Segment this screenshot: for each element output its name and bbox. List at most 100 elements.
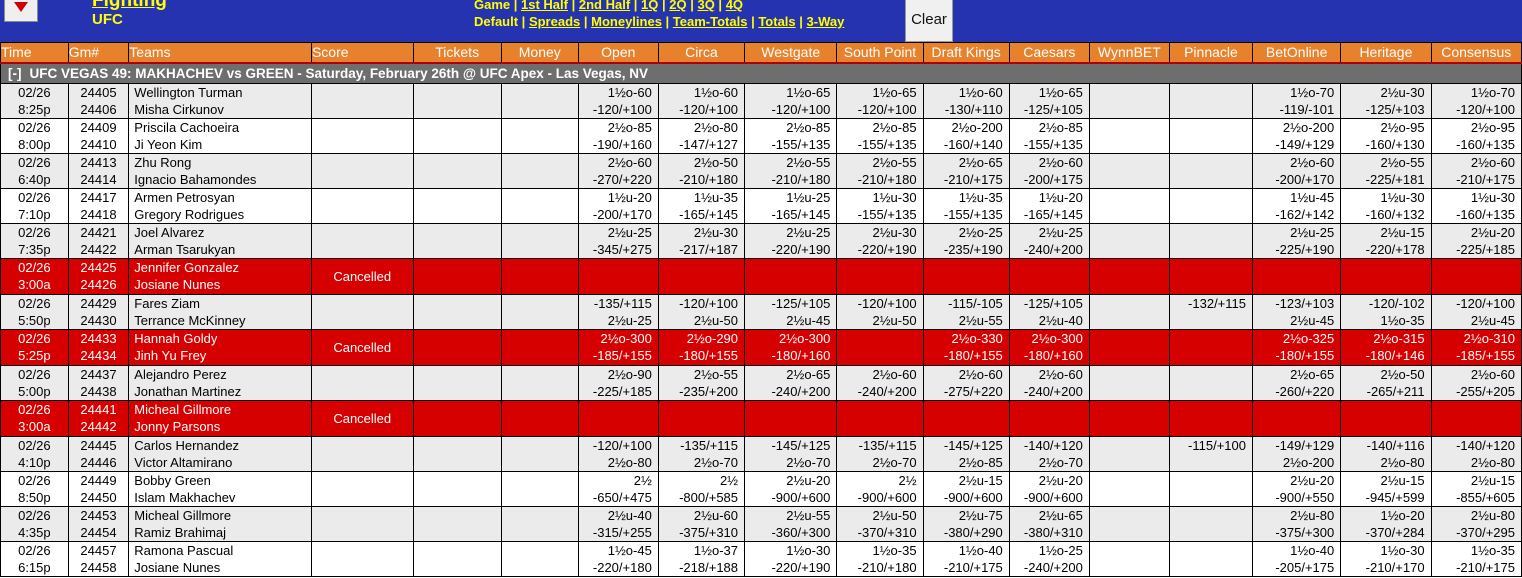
odds-cell-caesars[interactable]: 2½u-20 -900/+600 [1008,471,1090,507]
teams-cell[interactable]: Zhu Rong Ignacio Bahamondes [128,153,312,189]
odds-cell-westgate[interactable]: 2½u-25 -220/+190 [744,223,838,259]
game-number-cell[interactable]: 24445 24446 [67,436,130,472]
odds-cell-south-point[interactable]: 2½ -900/+600 [836,471,924,507]
odds-cell-circa[interactable]: 1½o-37 -218/+188 [657,541,746,577]
odds-cell-wynnbet[interactable] [1088,294,1170,330]
game-row[interactable]: 02/26 8:50p 24449 24450 Bobby Green Islam Mak… [0,471,1522,507]
odds-cell-consensus[interactable]: 2½o-95 -160/+135 [1430,118,1522,154]
odds-cell-heritage[interactable]: 2½u-15 -220/+178 [1340,223,1432,259]
period-4q[interactable]: 4Q [726,0,743,12]
odds-cell-draft-kings[interactable]: 2½o-65 -210/+175 [922,153,1010,189]
odds-cell-westgate[interactable]: -145/+125 2½o-70 [744,436,838,472]
col-header-heritage[interactable]: Heritage [1340,42,1432,63]
money-cell[interactable] [500,471,579,507]
col-header-westgate[interactable]: Westgate [744,42,838,63]
odds-cell-heritage[interactable]: 2½o-50 -265/+211 [1340,365,1432,401]
odds-cell-westgate[interactable]: 1½o-65 -120/+100 [744,83,838,119]
odds-cell-open[interactable]: 2½o-85 -190/+160 [577,118,659,154]
odds-cell-heritage[interactable]: 2½o-95 -160/+130 [1340,118,1432,154]
odds-cell-draft-kings[interactable]: 1½o-40 -210/+175 [922,541,1010,577]
money-cell[interactable] [500,436,579,472]
game-row[interactable]: 02/26 4:10p 24445 24446 Carlos Hernandez Vict… [0,436,1522,472]
odds-cell-south-point[interactable]: 1½u-30 -155/+135 [836,188,924,224]
col-header-pinnacle[interactable]: Pinnacle [1168,42,1254,63]
bettype-spreads[interactable]: Spreads [529,14,580,29]
tickets-cell[interactable] [412,471,502,507]
odds-cell-consensus[interactable] [1430,400,1522,437]
odds-cell-westgate[interactable] [744,400,838,437]
odds-cell-westgate[interactable]: 1½o-30 -220/+190 [744,541,838,577]
odds-cell-circa[interactable]: 2½u-30 -217/+187 [657,223,746,259]
odds-cell-open[interactable]: -120/+100 2½o-80 [577,436,659,472]
game-number-cell[interactable]: 24441 24442 [67,400,130,437]
game-time-cell[interactable]: 02/26 3:00a [0,400,69,437]
game-row[interactable]: 02/26 4:35p 24453 24454 Micheal Gillmore Rami… [0,506,1522,542]
game-number-cell[interactable]: 24421 24422 [67,223,130,259]
odds-cell-wynnbet[interactable] [1088,153,1170,189]
odds-cell-westgate[interactable]: 2½o-85 -155/+135 [744,118,838,154]
odds-cell-heritage[interactable]: 2½u-30 -125/+103 [1340,83,1432,119]
odds-cell-south-point[interactable] [836,329,924,366]
odds-cell-heritage[interactable] [1340,400,1432,437]
odds-cell-south-point[interactable]: 2½u-30 -220/+190 [836,223,924,259]
period-1q[interactable]: 1Q [641,0,658,12]
odds-cell-westgate[interactable]: 1½u-25 -165/+145 [744,188,838,224]
game-time-cell[interactable]: 02/26 8:00p [0,118,69,154]
odds-cell-consensus[interactable]: -120/+100 2½u-45 [1430,294,1522,330]
game-number-cell[interactable]: 24457 24458 [67,541,130,577]
game-row[interactable]: 02/26 3:00a 24425 24426 Jennifer Gonzalez Jos… [0,258,1522,295]
odds-cell-caesars[interactable]: -140/+120 2½o-70 [1008,436,1090,472]
odds-cell-draft-kings[interactable] [922,258,1010,295]
odds-cell-pinnacle[interactable]: -115/+100 [1168,436,1254,472]
odds-cell-pinnacle[interactable]: -132/+115 [1168,294,1254,330]
odds-cell-open[interactable]: 2½u-40 -315/+255 [577,506,659,542]
odds-cell-betonline[interactable]: 2½u-25 -225/+190 [1251,223,1342,259]
odds-cell-consensus[interactable]: 1½u-30 -160/+135 [1430,188,1522,224]
col-header-teams[interactable]: Teams [128,42,312,63]
money-cell[interactable] [500,83,579,119]
odds-cell-open[interactable]: 1½o-60 -120/+100 [577,83,659,119]
odds-cell-open[interactable]: -135/+115 2½u-25 [577,294,659,330]
odds-cell-pinnacle[interactable] [1168,223,1254,259]
game-number-cell[interactable]: 24413 24414 [67,153,130,189]
odds-cell-open[interactable] [577,258,659,295]
tickets-cell[interactable] [412,436,502,472]
odds-cell-consensus[interactable]: -140/+120 2½o-80 [1430,436,1522,472]
game-number-cell[interactable]: 24409 24410 [67,118,130,154]
tickets-cell[interactable] [412,365,502,401]
odds-cell-circa[interactable]: 2½u-60 -375/+310 [657,506,746,542]
odds-cell-westgate[interactable]: 2½o-300 -180/+160 [744,329,838,366]
odds-cell-pinnacle[interactable] [1168,400,1254,437]
game-row[interactable]: 02/26 8:25p 24405 24406 Wellington Turman Mis… [0,83,1522,119]
odds-cell-heritage[interactable]: 2½o-315 -180/+146 [1340,329,1432,366]
money-cell[interactable] [500,153,579,189]
odds-cell-pinnacle[interactable] [1168,188,1254,224]
teams-cell[interactable]: Joel Alvarez Arman Tsarukyan [128,223,312,259]
odds-cell-draft-kings[interactable]: 1½u-35 -155/+135 [922,188,1010,224]
col-header-wynnbet[interactable]: WynnBET [1088,42,1170,63]
teams-cell[interactable]: Bobby Green Islam Makhachev [128,471,312,507]
odds-cell-westgate[interactable]: 2½o-55 -210/+180 [744,153,838,189]
game-time-cell[interactable]: 02/26 5:25p [0,329,69,366]
odds-cell-draft-kings[interactable]: 2½u-15 -900/+600 [922,471,1010,507]
odds-cell-betonline[interactable]: 2½u-80 -375/+300 [1251,506,1342,542]
game-time-cell[interactable]: 02/26 8:25p [0,83,69,119]
odds-cell-circa[interactable]: 2½ -800/+585 [657,471,746,507]
odds-cell-consensus[interactable]: 2½u-20 -225/+185 [1430,223,1522,259]
odds-cell-caesars[interactable]: 2½u-65 -380/+310 [1008,506,1090,542]
teams-cell[interactable]: Priscila Cachoeira Ji Yeon Kim [128,118,312,154]
game-time-cell[interactable]: 02/26 6:15p [0,541,69,577]
odds-cell-pinnacle[interactable] [1168,118,1254,154]
tickets-cell[interactable] [412,400,502,437]
teams-cell[interactable]: Jennifer Gonzalez Josiane Nunes [128,258,312,295]
odds-cell-consensus[interactable]: 1½o-35 -210/+175 [1430,541,1522,577]
odds-cell-circa[interactable]: 2½o-50 -210/+180 [657,153,746,189]
odds-cell-westgate[interactable]: 2½u-55 -360/+300 [744,506,838,542]
teams-cell[interactable]: Armen Petrosyan Gregory Rodrigues [128,188,312,224]
money-cell[interactable] [500,541,579,577]
money-cell[interactable] [500,258,579,295]
odds-cell-pinnacle[interactable] [1168,506,1254,542]
odds-cell-draft-kings[interactable]: 2½o-200 -160/+140 [922,118,1010,154]
money-cell[interactable] [500,329,579,366]
col-header-caesars[interactable]: Caesars [1008,42,1090,63]
